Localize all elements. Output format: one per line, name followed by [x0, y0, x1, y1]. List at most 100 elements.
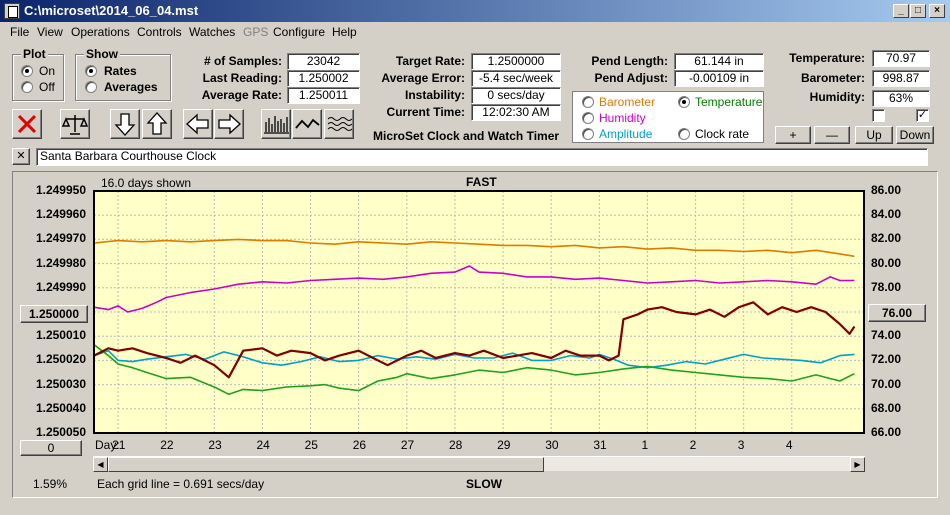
move-left-button[interactable] — [183, 109, 213, 139]
line-graph-button[interactable] — [292, 109, 322, 139]
x-tick-label: 2 — [689, 438, 697, 452]
menu-file[interactable]: File — [10, 25, 29, 39]
menu-watches[interactable]: Watches — [189, 25, 235, 39]
wave-graph-icon — [327, 117, 353, 131]
move-down-button[interactable] — [110, 109, 140, 139]
left-tick-label: 1.249980 — [35, 255, 86, 270]
right-tick-label: 84.00 — [871, 207, 902, 222]
left-tick-label: 1.249950 — [35, 183, 86, 197]
samples-value: 23042 — [287, 53, 360, 70]
scrollbar-thumb[interactable] — [108, 457, 544, 472]
pend-adjust-value: -0.00109 in — [674, 70, 764, 87]
right-checkbox[interactable]: ✓ — [916, 109, 929, 122]
close-window-button[interactable]: × — [929, 4, 945, 18]
zero-button[interactable]: 0 — [20, 440, 82, 456]
zoom-out-button[interactable]: — — [814, 126, 850, 144]
plot-off-radio[interactable] — [21, 81, 33, 93]
fast-label: FAST — [466, 175, 497, 189]
percent-label: 1.59% — [33, 477, 68, 491]
humidity-radio[interactable] — [582, 112, 594, 124]
right-tick-label: 72.00 — [871, 352, 902, 367]
right-tick-label: 68.00 — [871, 400, 902, 415]
humidity-value: 63% — [872, 90, 930, 107]
instability-label: Instability: — [404, 88, 465, 102]
x-tick-label: 30 — [545, 438, 559, 452]
current-time-value: 12:02:30 AM — [471, 104, 561, 121]
temperature-radio[interactable] — [678, 96, 690, 108]
menu-gps[interactable]: GPS — [243, 25, 268, 39]
right-tick-label: 82.00 — [871, 231, 902, 246]
center-rate-button[interactable]: 1.250000 — [20, 305, 88, 323]
clock-close-button[interactable]: ✕ — [12, 148, 30, 165]
chart-panel — [12, 171, 938, 498]
x-tick-label: 29 — [497, 438, 511, 452]
plot-on-radio[interactable] — [21, 65, 33, 77]
average-rate-value: 1.250011 — [287, 87, 360, 104]
grid-note: Each grid line = 0.691 secs/day — [97, 477, 265, 491]
instability-value: 0 secs/day — [471, 87, 561, 104]
plot-on-label[interactable]: On — [39, 64, 55, 78]
x-tick-label: 31 — [593, 438, 607, 452]
balance-scale-icon — [61, 115, 89, 135]
menu-configure[interactable]: Configure — [273, 25, 325, 39]
plot-off-label[interactable]: Off — [39, 80, 55, 94]
clock-rate-radio[interactable] — [678, 128, 690, 140]
left-tick-label: 1.249970 — [35, 231, 86, 246]
menu-operations[interactable]: Operations — [71, 25, 130, 39]
minimize-button[interactable]: _ — [893, 4, 909, 18]
amplitude-radio[interactable] — [582, 128, 594, 140]
maximize-button[interactable]: □ — [910, 4, 926, 18]
clock-rate-option[interactable]: Clock rate — [695, 127, 749, 141]
last-reading-value: 1.250002 — [287, 70, 360, 87]
show-rates-label[interactable]: Rates — [104, 64, 137, 78]
clear-button[interactable] — [12, 109, 42, 139]
left-checkbox[interactable] — [872, 109, 885, 122]
left-tick-label: 1.250040 — [35, 400, 86, 415]
show-averages-label[interactable]: Averages — [104, 80, 158, 94]
x-tick-label: 28 — [448, 438, 463, 452]
x-tick-label: 26 — [352, 438, 367, 452]
horizontal-scrollbar[interactable]: ◀ ▶ — [93, 456, 865, 472]
scroll-right-icon[interactable]: ▶ — [850, 457, 865, 472]
menu-bar: File View Operations Controls Watches GP… — [0, 22, 950, 41]
title-bar[interactable]: C:\microset\2014_06_04.mst _ □ × — [0, 0, 950, 22]
line-graph-icon — [295, 118, 320, 129]
scroll-up-button[interactable]: Up — [855, 126, 893, 144]
target-rate-value[interactable]: 1.2500000 — [471, 53, 561, 70]
window-title: C:\microset\2014_06_04.mst — [24, 3, 199, 18]
left-tick-label: 1.249990 — [35, 279, 86, 294]
bar-graph-button[interactable] — [261, 109, 291, 139]
amplitude-option[interactable]: Amplitude — [599, 127, 652, 141]
show-rates-radio[interactable] — [85, 65, 97, 77]
temperature-option[interactable]: Temperature — [695, 95, 762, 109]
menu-controls[interactable]: Controls — [137, 25, 182, 39]
center-sensor-button[interactable]: 76.00 — [868, 304, 926, 322]
barometer-option[interactable]: Barometer — [599, 95, 655, 109]
barometer-radio[interactable] — [582, 96, 594, 108]
zoom-in-button[interactable]: + — [775, 126, 811, 144]
pend-length-value[interactable]: 61.144 in — [674, 53, 764, 70]
x-tick-label: 23 — [208, 438, 222, 452]
average-error-label: Average Error: — [381, 71, 465, 85]
right-tick-label: 66.00 — [871, 425, 902, 439]
menu-help[interactable]: Help — [332, 25, 357, 39]
menu-view[interactable]: View — [37, 25, 63, 39]
wave-graph-button[interactable] — [324, 109, 354, 139]
show-averages-radio[interactable] — [85, 81, 97, 93]
right-tick-label: 86.00 — [871, 183, 902, 197]
close-x-icon — [17, 114, 37, 134]
balance-button[interactable] — [60, 109, 90, 139]
scroll-down-button[interactable]: Down — [896, 126, 934, 144]
last-reading-label: Last Reading: — [202, 71, 282, 85]
clock-name-field[interactable]: Santa Barbara Courthouse Clock — [36, 148, 928, 166]
app-icon[interactable] — [4, 3, 20, 19]
show-group-label: Show — [84, 47, 120, 61]
x-tick-label: 4 — [785, 438, 793, 452]
move-up-button[interactable] — [142, 109, 172, 139]
samples-label: # of Samples: — [203, 54, 282, 68]
humidity-option[interactable]: Humidity — [599, 111, 646, 125]
move-right-button[interactable] — [214, 109, 244, 139]
scroll-left-icon[interactable]: ◀ — [93, 457, 108, 472]
left-tick-label: 1.249960 — [35, 207, 86, 222]
humidity-label: Humidity: — [809, 90, 865, 104]
